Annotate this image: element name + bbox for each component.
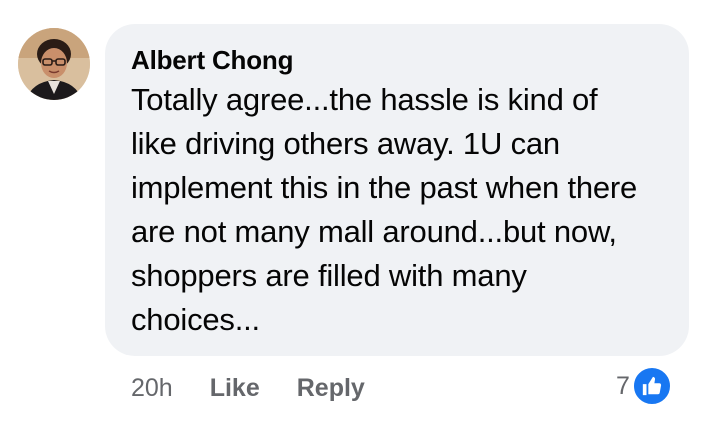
comment-timestamp[interactable]: 20h <box>131 374 173 403</box>
comment-actions: 20h Like Reply <box>131 370 365 406</box>
comment-text: Totally agree...the hassle is kind of li… <box>131 82 638 337</box>
reaction-count: 7 <box>616 371 630 400</box>
avatar[interactable] <box>18 28 90 100</box>
thumbs-up-icon <box>631 366 672 406</box>
comment-bubble: Albert Chong Totally agree...the hassle … <box>105 24 689 356</box>
comment-author[interactable]: Albert Chong <box>131 44 663 76</box>
reply-button[interactable]: Reply <box>297 374 365 403</box>
reaction-summary[interactable]: 7 <box>616 366 672 406</box>
like-button[interactable]: Like <box>210 374 260 403</box>
avatar-photo <box>18 28 90 100</box>
